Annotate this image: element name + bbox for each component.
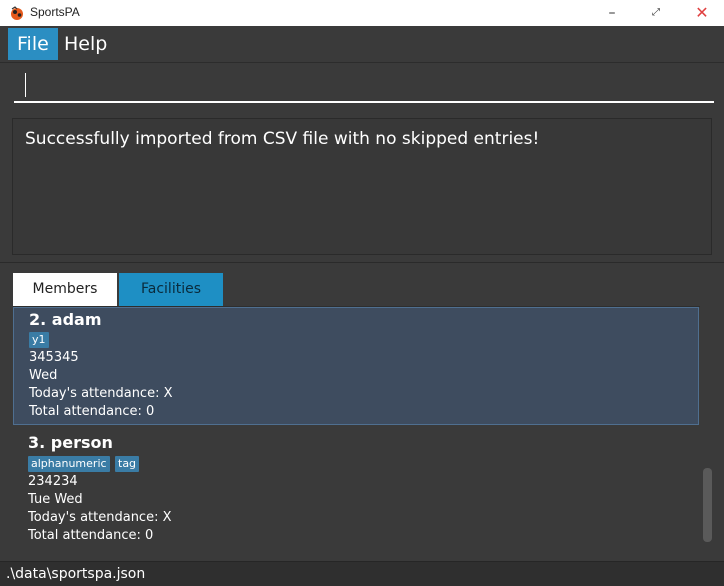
save-location: .\data\sportspa.json bbox=[6, 566, 146, 582]
title-bar: SportsPA – ⤢ ✕ bbox=[0, 0, 724, 26]
scrollbar-thumb[interactable] bbox=[703, 468, 712, 542]
member-phone: 234234 bbox=[28, 474, 78, 489]
member-days: Wed bbox=[29, 368, 58, 383]
member-phone: 345345 bbox=[29, 350, 79, 365]
member-card[interactable]: 2. adam y1 345345 Wed Today's attendance… bbox=[13, 307, 699, 425]
result-message: Successfully imported from CSV file with… bbox=[25, 129, 540, 149]
member-tag: tag bbox=[115, 456, 140, 472]
member-tag: alphanumeric bbox=[28, 456, 110, 472]
member-card[interactable]: 3. person alphanumeric tag 234234 Tue We… bbox=[13, 427, 699, 547]
menu-help[interactable]: Help bbox=[55, 28, 116, 60]
member-today-attendance: Today's attendance: X bbox=[29, 386, 173, 401]
member-today-attendance: Today's attendance: X bbox=[28, 510, 172, 525]
command-input[interactable] bbox=[14, 73, 714, 103]
close-button[interactable]: ✕ bbox=[680, 0, 724, 26]
member-name: 2. adam bbox=[29, 310, 102, 329]
app-logo-icon bbox=[11, 6, 23, 20]
menu-bar: File Help bbox=[0, 26, 724, 63]
tab-members[interactable]: Members bbox=[13, 273, 117, 306]
tab-facilities[interactable]: Facilities bbox=[119, 273, 223, 306]
status-bar: .\data\sportspa.json bbox=[0, 561, 724, 586]
text-caret bbox=[25, 73, 26, 97]
member-days: Tue Wed bbox=[28, 492, 83, 507]
minimize-button[interactable]: – bbox=[590, 0, 634, 26]
window-title: SportsPA bbox=[30, 5, 80, 19]
menu-file[interactable]: File bbox=[8, 28, 58, 60]
member-tag: y1 bbox=[29, 332, 49, 348]
member-name: 3. person bbox=[28, 433, 113, 452]
tab-pane: Members Facilities 2. adam y1 345345 Wed… bbox=[0, 263, 724, 557]
member-total-attendance: Total attendance: 0 bbox=[29, 404, 155, 419]
result-display-area: Successfully imported from CSV file with… bbox=[0, 111, 724, 263]
maximize-button[interactable]: ⤢ bbox=[634, 0, 678, 26]
result-display: Successfully imported from CSV file with… bbox=[12, 118, 712, 255]
member-list[interactable]: 2. adam y1 345345 Wed Today's attendance… bbox=[13, 306, 700, 547]
command-box bbox=[0, 63, 724, 111]
member-total-attendance: Total attendance: 0 bbox=[28, 528, 154, 543]
